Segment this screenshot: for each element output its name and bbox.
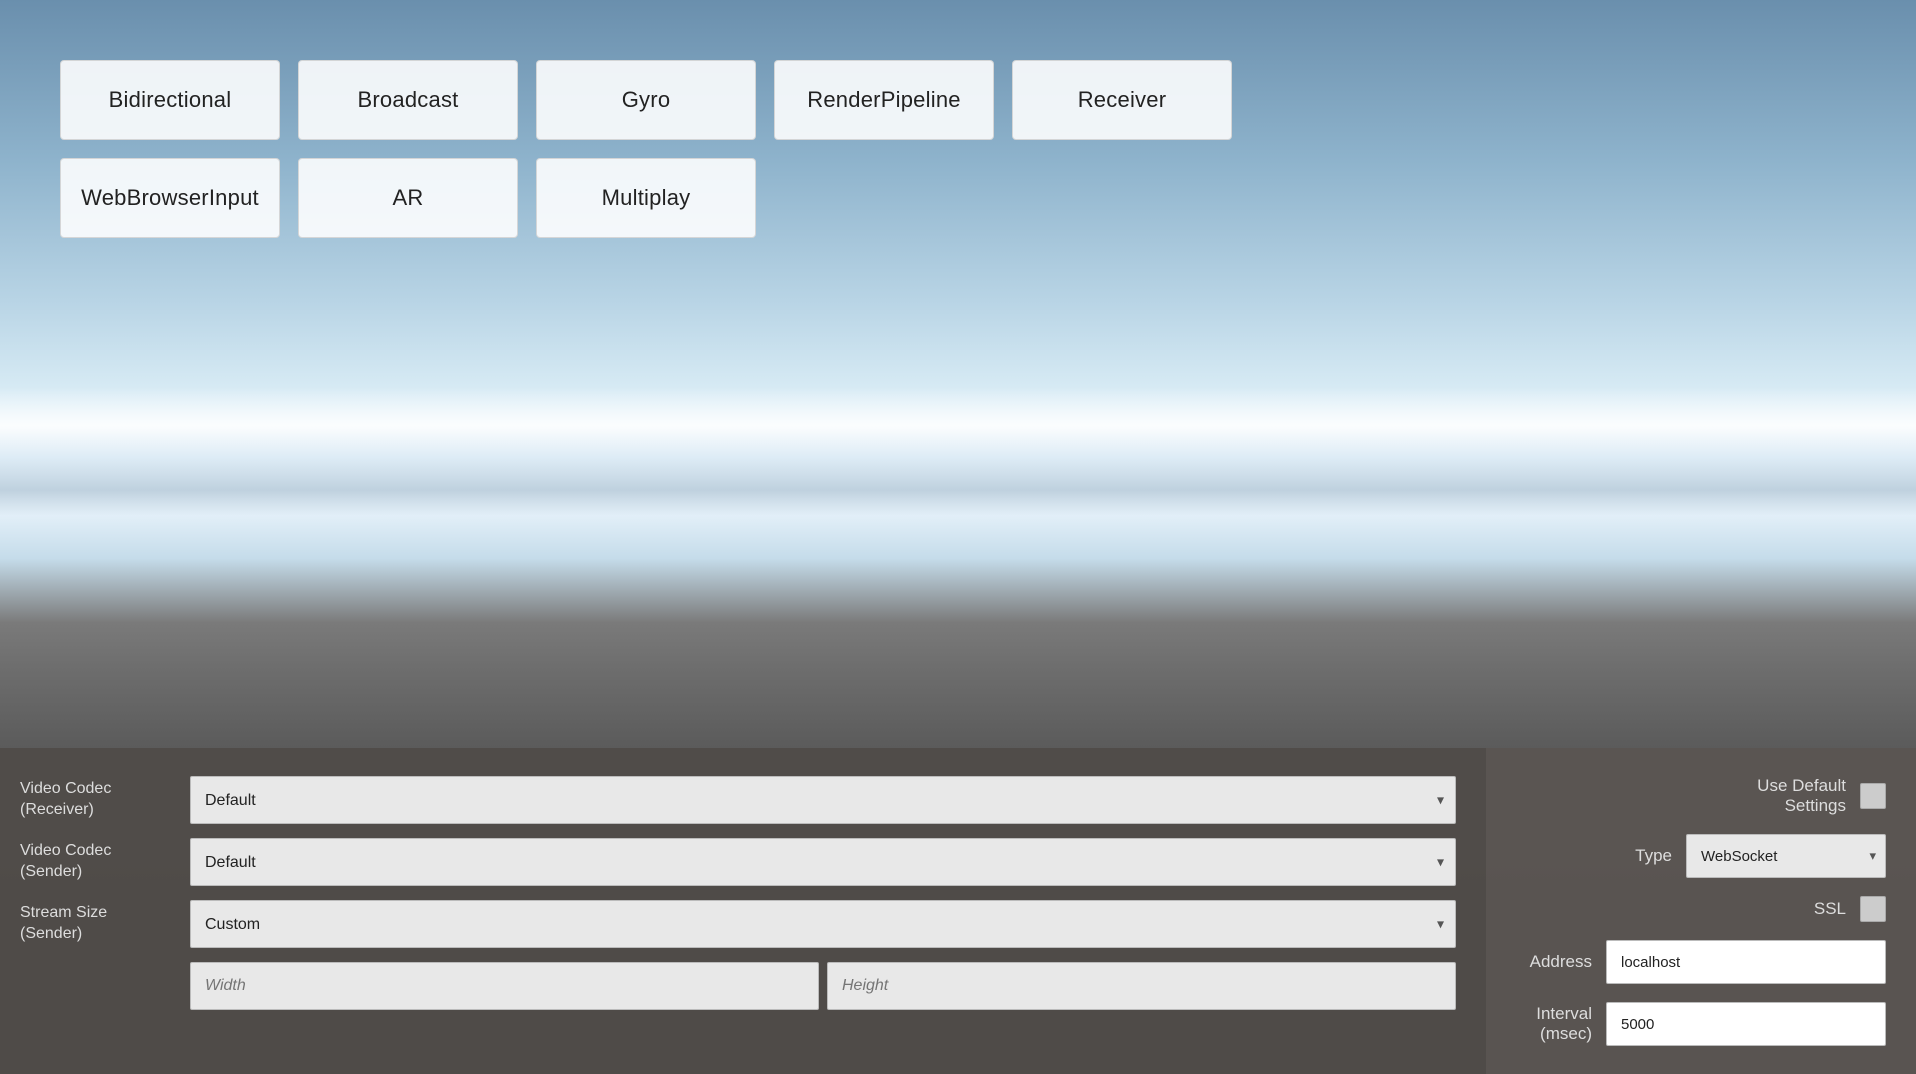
ssl-label: SSL (1814, 899, 1846, 919)
address-row: Address (1506, 940, 1886, 984)
video-codec-sender-select[interactable]: Default H264 H265 VP8 VP9 (190, 838, 1456, 886)
interval-input[interactable] (1606, 1002, 1886, 1046)
ssl-row: SSL (1506, 896, 1886, 922)
use-default-settings-label: Use DefaultSettings (1757, 776, 1846, 816)
video-codec-receiver-label: Video Codec(Receiver) (0, 779, 190, 821)
video-codec-receiver-select[interactable]: Default H264 H265 VP8 VP9 (190, 776, 1456, 824)
width-height-inputs (190, 962, 1456, 1010)
width-input[interactable] (190, 962, 819, 1010)
buttons-row-2: WebBrowserInput AR Multiplay (60, 158, 1232, 238)
interval-label: Interval(msec) (1536, 1004, 1592, 1044)
video-codec-receiver-row: Video Codec(Receiver) Default H264 H265 … (0, 776, 1486, 824)
type-select-wrapper: WebSocket SIO Furioos (1686, 834, 1886, 878)
buttons-row-1: Bidirectional Broadcast Gyro RenderPipel… (60, 60, 1232, 140)
broadcast-button[interactable]: Broadcast (298, 60, 518, 140)
use-default-settings-row: Use DefaultSettings (1506, 776, 1886, 816)
size-inputs-row (0, 962, 1486, 1010)
left-settings-panel: Video Codec(Receiver) Default H264 H265 … (0, 748, 1486, 1074)
multiplay-button[interactable]: Multiplay (536, 158, 756, 238)
stream-size-sender-select[interactable]: Custom 1280x720 1920x1080 3840x2160 (190, 900, 1456, 948)
right-settings-panel: Use DefaultSettings Type WebSocket SIO F… (1486, 748, 1916, 1074)
stream-size-sender-control: Custom 1280x720 1920x1080 3840x2160 (190, 900, 1456, 948)
type-label: Type (1635, 846, 1672, 866)
height-input[interactable] (827, 962, 1456, 1010)
ar-button[interactable]: AR (298, 158, 518, 238)
gyro-button[interactable]: Gyro (536, 60, 756, 140)
background-horizon (0, 387, 1916, 516)
webbrowserinput-button[interactable]: WebBrowserInput (60, 158, 280, 238)
stream-size-sender-label: Stream Size(Sender) (0, 903, 190, 945)
interval-row: Interval(msec) (1506, 1002, 1886, 1046)
video-codec-receiver-select-wrapper: Default H264 H265 VP8 VP9 (190, 776, 1456, 824)
video-codec-sender-select-wrapper: Default H264 H265 VP8 VP9 (190, 838, 1456, 886)
type-select[interactable]: WebSocket SIO Furioos (1686, 834, 1886, 878)
ssl-checkbox[interactable] (1860, 896, 1886, 922)
receiver-button[interactable]: Receiver (1012, 60, 1232, 140)
stream-size-sender-select-wrapper: Custom 1280x720 1920x1080 3840x2160 (190, 900, 1456, 948)
bidirectional-button[interactable]: Bidirectional (60, 60, 280, 140)
address-input[interactable] (1606, 940, 1886, 984)
video-codec-receiver-control: Default H264 H265 VP8 VP9 (190, 776, 1456, 824)
stream-size-sender-row: Stream Size(Sender) Custom 1280x720 1920… (0, 900, 1486, 948)
size-inputs-control (190, 962, 1456, 1010)
type-row: Type WebSocket SIO Furioos (1506, 834, 1886, 878)
address-label: Address (1530, 952, 1592, 972)
video-codec-sender-control: Default H264 H265 VP8 VP9 (190, 838, 1456, 886)
bottom-panel: Video Codec(Receiver) Default H264 H265 … (0, 748, 1916, 1074)
video-codec-sender-row: Video Codec(Sender) Default H264 H265 VP… (0, 838, 1486, 886)
renderpipeline-button[interactable]: RenderPipeline (774, 60, 994, 140)
video-codec-sender-label: Video Codec(Sender) (0, 841, 190, 883)
use-default-settings-checkbox[interactable] (1860, 783, 1886, 809)
scene-buttons-area: Bidirectional Broadcast Gyro RenderPipel… (60, 60, 1232, 238)
